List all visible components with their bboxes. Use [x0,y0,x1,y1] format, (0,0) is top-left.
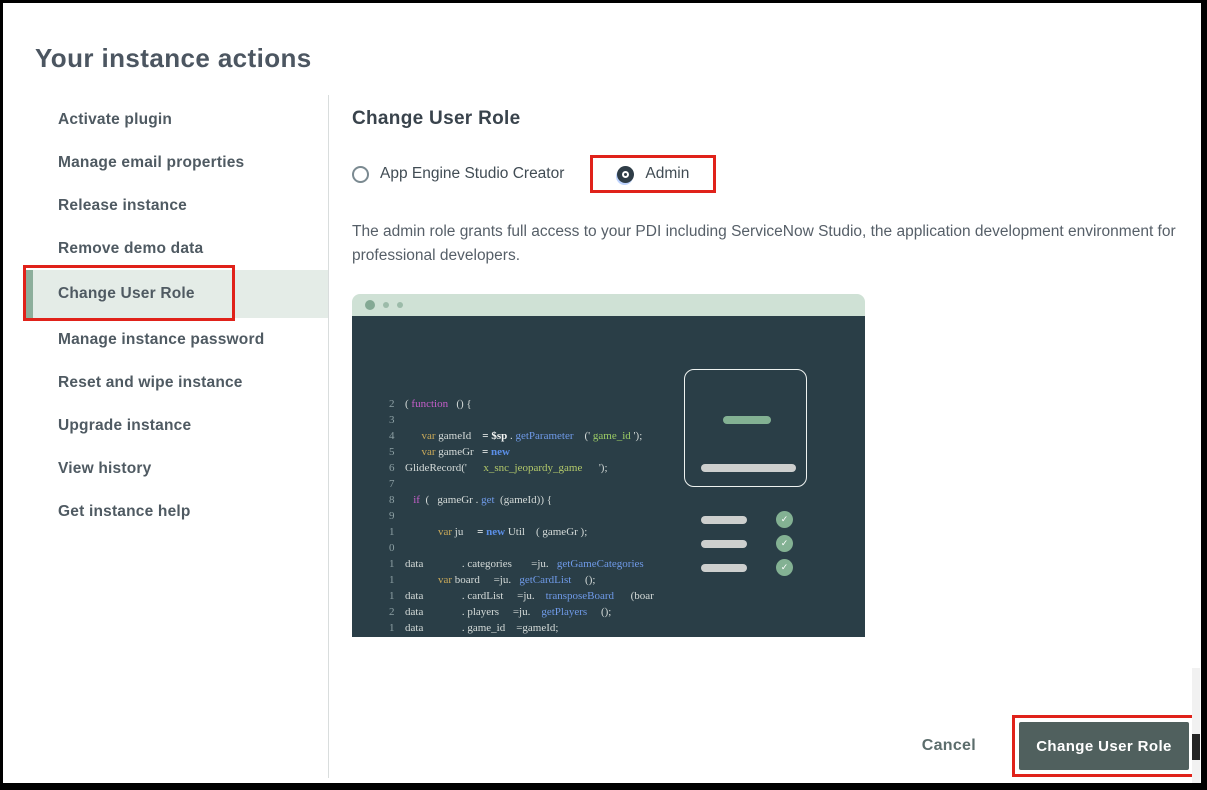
page-title: Your instance actions [35,43,312,74]
description-line: professional developers. [352,244,1196,268]
role-radio-group: App Engine Studio Creator Admin [352,152,1196,196]
instance-actions-dialog: Your instance actions Activate plugin Man… [3,3,1201,783]
radio-label: App Engine Studio Creator [380,165,564,183]
sidebar-item-release-instance[interactable]: Release instance [25,184,328,227]
sidebar-item-remove-demo-data[interactable]: Remove demo data [25,227,328,270]
sidebar: Activate plugin Manage email properties Re… [25,98,328,533]
radio-checked-icon[interactable] [617,166,634,183]
sidebar-item-activate-plugin[interactable]: Activate plugin [25,98,328,141]
check-icon: ✓ [776,559,793,576]
sidebar-item-label: Get instance help [58,503,191,521]
change-user-role-button[interactable]: Change User Role [1019,722,1189,770]
sidebar-item-change-user-role[interactable]: Change User Role [25,270,328,318]
panel-heading: Change User Role [352,108,1196,130]
dialog-footer: Cancel Change User Role [352,715,1196,777]
mock-browser-titlebar [352,294,865,316]
window-dot-icon [365,300,375,310]
sidebar-item-label: Change User Role [58,285,195,303]
description-line: The admin role grants full access to you… [352,220,1196,244]
screenshot-frame: Your instance actions Activate plugin Man… [0,0,1207,790]
sidebar-item-label: Activate plugin [58,111,172,129]
window-dot-icon [383,302,389,308]
cancel-button[interactable]: Cancel [922,737,976,755]
code-editor-area: 2( function () {34 var gameId = $sp . ge… [352,316,865,637]
card-title-pill [723,416,771,424]
card-checklist: ✓ ✓ ✓ [701,511,793,576]
sidebar-item-label: Manage email properties [58,154,244,172]
role-description: The admin role grants full access to you… [352,220,1196,268]
checklist-card: ✓✓✓ [684,369,807,487]
radio-app-engine-studio-creator[interactable]: App Engine Studio Creator [352,165,564,183]
vertical-divider [328,95,329,778]
sidebar-item-manage-email-properties[interactable]: Manage email properties [25,141,328,184]
check-icon: ✓ [776,535,793,552]
sidebar-item-label: Release instance [58,197,187,215]
scrollbar-track[interactable] [1192,668,1200,783]
check-icon: ✓ [776,511,793,528]
sidebar-item-label: Reset and wipe instance [58,374,243,392]
card-subtitle-pill [701,464,796,472]
sidebar-item-label: Upgrade instance [58,417,191,435]
selected-accent-bar [25,270,33,318]
radio-label: Admin [645,165,689,183]
main-panel: Change User Role App Engine Studio Creat… [352,98,1196,777]
radio-admin[interactable]: Admin [617,165,689,183]
scrollbar-thumb[interactable] [1192,734,1200,760]
sidebar-item-label: Manage instance password [58,331,264,349]
sidebar-item-manage-instance-password[interactable]: Manage instance password [25,318,328,361]
sidebar-item-label: Remove demo data [58,240,203,258]
annotation-box-submit: Change User Role [1012,715,1196,777]
code-preview-image: 2( function () {34 var gameId = $sp . ge… [352,294,865,637]
window-dot-icon [397,302,403,308]
card-item-pill [701,564,747,572]
card-item-pill [701,540,747,548]
annotation-box-admin: Admin [590,155,716,193]
sidebar-item-get-instance-help[interactable]: Get instance help [25,490,328,533]
sidebar-item-upgrade-instance[interactable]: Upgrade instance [25,404,328,447]
sidebar-item-reset-and-wipe-instance[interactable]: Reset and wipe instance [25,361,328,404]
card-item-pill [701,516,747,524]
sidebar-item-view-history[interactable]: View history [25,447,328,490]
sidebar-item-label: View history [58,460,151,478]
radio-unchecked-icon[interactable] [352,166,369,183]
